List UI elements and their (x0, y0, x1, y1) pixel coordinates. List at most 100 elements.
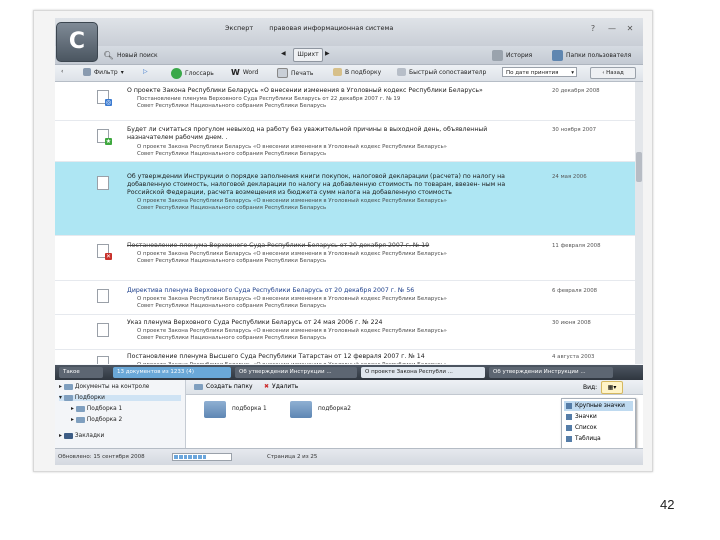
play-icon[interactable]: ▷ (143, 68, 148, 75)
tree-item-controlled-docs[interactable]: ▸ Документы на контроле (59, 384, 149, 390)
compare-button[interactable]: Быстрый сопоставителр (397, 68, 486, 76)
document-title[interactable]: Об утверждении Инструкции о порядке запо… (127, 173, 522, 197)
document-meta-line: Совет Республики Национального собрания … (137, 303, 327, 309)
bottom-panel: ▸ Документы на контроле ▾ Подборки ▸ Под… (55, 380, 643, 450)
document-title[interactable]: Постановление пленума Высшего Суда Респу… (127, 353, 522, 361)
view-option-label: Крупные значки (575, 403, 625, 409)
history-label: История (506, 52, 533, 59)
document-title[interactable]: Директива пленума Верховного Суда Респуб… (127, 287, 522, 295)
document-icon (97, 289, 109, 303)
view-label: Вид: (583, 384, 598, 391)
view-option-large-icons[interactable]: Крупные значки (564, 401, 633, 411)
document-row[interactable]: Указ пленума Верховного Суда Республики … (55, 315, 635, 350)
document-list: ◎ О проекте Закона Республики Беларусь «О… (55, 82, 635, 364)
folder-label[interactable]: подборка 1 (232, 406, 267, 412)
scrollbar-thumb[interactable] (636, 152, 642, 182)
view-option-label: Значки (575, 414, 597, 420)
folder-icon[interactable] (290, 401, 312, 418)
print-button[interactable]: Печать (277, 68, 313, 78)
filter-dropdown-icon: ▾ (120, 68, 124, 76)
document-tab[interactable]: О проекте Закона Республи ... (361, 367, 485, 378)
filter-button[interactable]: Фильтр ▾ (83, 68, 124, 76)
user-folders-button[interactable]: Папки пользователя (552, 50, 631, 61)
document-row[interactable]: ◎ О проекте Закона Республики Беларусь «О… (55, 82, 635, 121)
view-option-list[interactable]: Список (564, 423, 633, 433)
document-icon: ✕ (97, 244, 112, 260)
document-tab[interactable]: Об утверждении Инструкции ... (489, 367, 613, 378)
view-option-icons[interactable]: Значки (564, 412, 633, 422)
help-button[interactable]: ? (588, 24, 598, 34)
document-meta-line: Совет Республики Национального собрания … (137, 103, 327, 109)
progress-segment (193, 455, 197, 459)
view-option-table[interactable]: Таблица (564, 434, 633, 444)
table-icon (566, 436, 572, 442)
nav-back-arrow-icon[interactable]: ‹ (61, 68, 63, 75)
print-size-button[interactable]: Шрихт (293, 48, 323, 62)
expand-icon: ▸ (71, 406, 74, 412)
document-title[interactable]: О проекте Закона Республики Беларусь «О … (127, 87, 522, 95)
document-date: 4 августа 2003 (552, 354, 595, 360)
document-status-icon: ◎ (105, 99, 112, 106)
view-mode-button[interactable]: ▦▾ (601, 381, 623, 394)
folder-icon (75, 417, 85, 423)
bookmark-folder-icon (63, 433, 73, 439)
word-export-button[interactable]: W Word (231, 68, 258, 77)
status-bar: Обновлено: 15 сентября 2008 Страница 2 и… (55, 448, 643, 465)
vertical-scrollbar[interactable] (635, 82, 643, 364)
filter-icon (83, 68, 91, 76)
view-dropdown-menu: Крупные значки Значки Список Таблица (561, 398, 636, 450)
minimize-button[interactable]: — (607, 24, 617, 34)
compare-icon (397, 68, 406, 76)
document-tab[interactable]: Такое (59, 367, 103, 378)
user-folders-label: Папки пользователя (566, 52, 632, 59)
add-to-collection-button[interactable]: В подборку (333, 68, 381, 76)
tree-item-bookmarks[interactable]: ▸ Закладки (59, 433, 104, 439)
expand-icon: ▸ (59, 433, 62, 439)
create-folder-button[interactable]: Создать папку (194, 383, 253, 390)
document-row[interactable]: ★ Будет ли считаться прогулом невыход на … (55, 121, 635, 162)
document-tab[interactable]: Об утверждении Инструкции ... (235, 367, 357, 378)
folder-icon[interactable] (204, 401, 226, 418)
tree-item-collection-1[interactable]: ▸ Подборка 1 (71, 406, 122, 412)
document-row[interactable]: Постановление пленума Высшего Суда Респу… (55, 350, 635, 364)
document-meta-line: О проекте Закона Республики Беларусь «О … (137, 328, 447, 334)
next-arrow-icon[interactable]: ▶ (325, 50, 330, 57)
app-logo-icon[interactable]: С (56, 22, 98, 62)
document-title[interactable]: Указ пленума Верховного Суда Республики … (127, 319, 522, 327)
tree-item-collections[interactable]: ▾ Подборки (59, 395, 181, 401)
folder-panel-toolbar: Создать папку ✖ Удалить (186, 380, 643, 395)
back-button[interactable]: ‹ Назад (590, 67, 636, 79)
tree-item-collection-2[interactable]: ▸ Подборка 2 (71, 417, 122, 423)
glossary-button[interactable]: Глоссарь (171, 68, 214, 79)
document-title[interactable]: Постановление пленума Верховного Суда Ре… (127, 242, 522, 250)
document-row[interactable]: Директива пленума Верховного Суда Респуб… (55, 281, 635, 315)
glossary-icon (171, 68, 182, 79)
document-date: 11 февраля 2008 (552, 243, 601, 249)
view-grid-icon: ▦▾ (607, 384, 617, 391)
magnifier-icon: 🔍︎ (103, 51, 114, 60)
delete-button[interactable]: ✖ Удалить (264, 383, 298, 390)
close-button[interactable]: ✕ (625, 24, 635, 34)
prev-arrow-icon[interactable]: ◀ (281, 50, 286, 57)
progress-segment (226, 455, 230, 459)
icons-icon (566, 414, 572, 420)
document-meta-line: О проекте Закона Республики Беларусь «О … (137, 362, 447, 364)
document-row[interactable]: ✕ Постановление пленума Верховного Суда Р… (55, 236, 635, 281)
tree-item-label: Подборка 2 (86, 417, 123, 423)
status-page: Страница 2 из 25 (267, 454, 318, 460)
folder-icon (63, 384, 73, 390)
new-search-button[interactable]: 🔍︎ Новый поиск (103, 50, 157, 61)
sort-select[interactable]: По дате принятия ▾ (502, 67, 577, 77)
document-row[interactable]: Об утверждении Инструкции о порядке запо… (55, 162, 635, 236)
compare-label: Быстрый сопоставителр (409, 68, 487, 76)
tab-bar: Такое 13 документов из 1233 (4) Об утвержд… (55, 365, 643, 380)
history-button[interactable]: История (492, 50, 532, 61)
progress-segment (183, 455, 188, 459)
document-tab[interactable]: 13 документов из 1233 (4) (113, 367, 231, 378)
folder-label[interactable]: подборка2 (318, 406, 351, 412)
tree-item-label: Документы на контроле (74, 384, 150, 390)
progress-segment (221, 455, 226, 459)
document-meta-line: О проекте Закона Республики Беларусь «О … (137, 144, 447, 150)
status-updated: Обновлено: 15 сентября 2008 (58, 454, 145, 460)
document-title[interactable]: Будет ли считаться прогулом невыход на р… (127, 126, 522, 142)
